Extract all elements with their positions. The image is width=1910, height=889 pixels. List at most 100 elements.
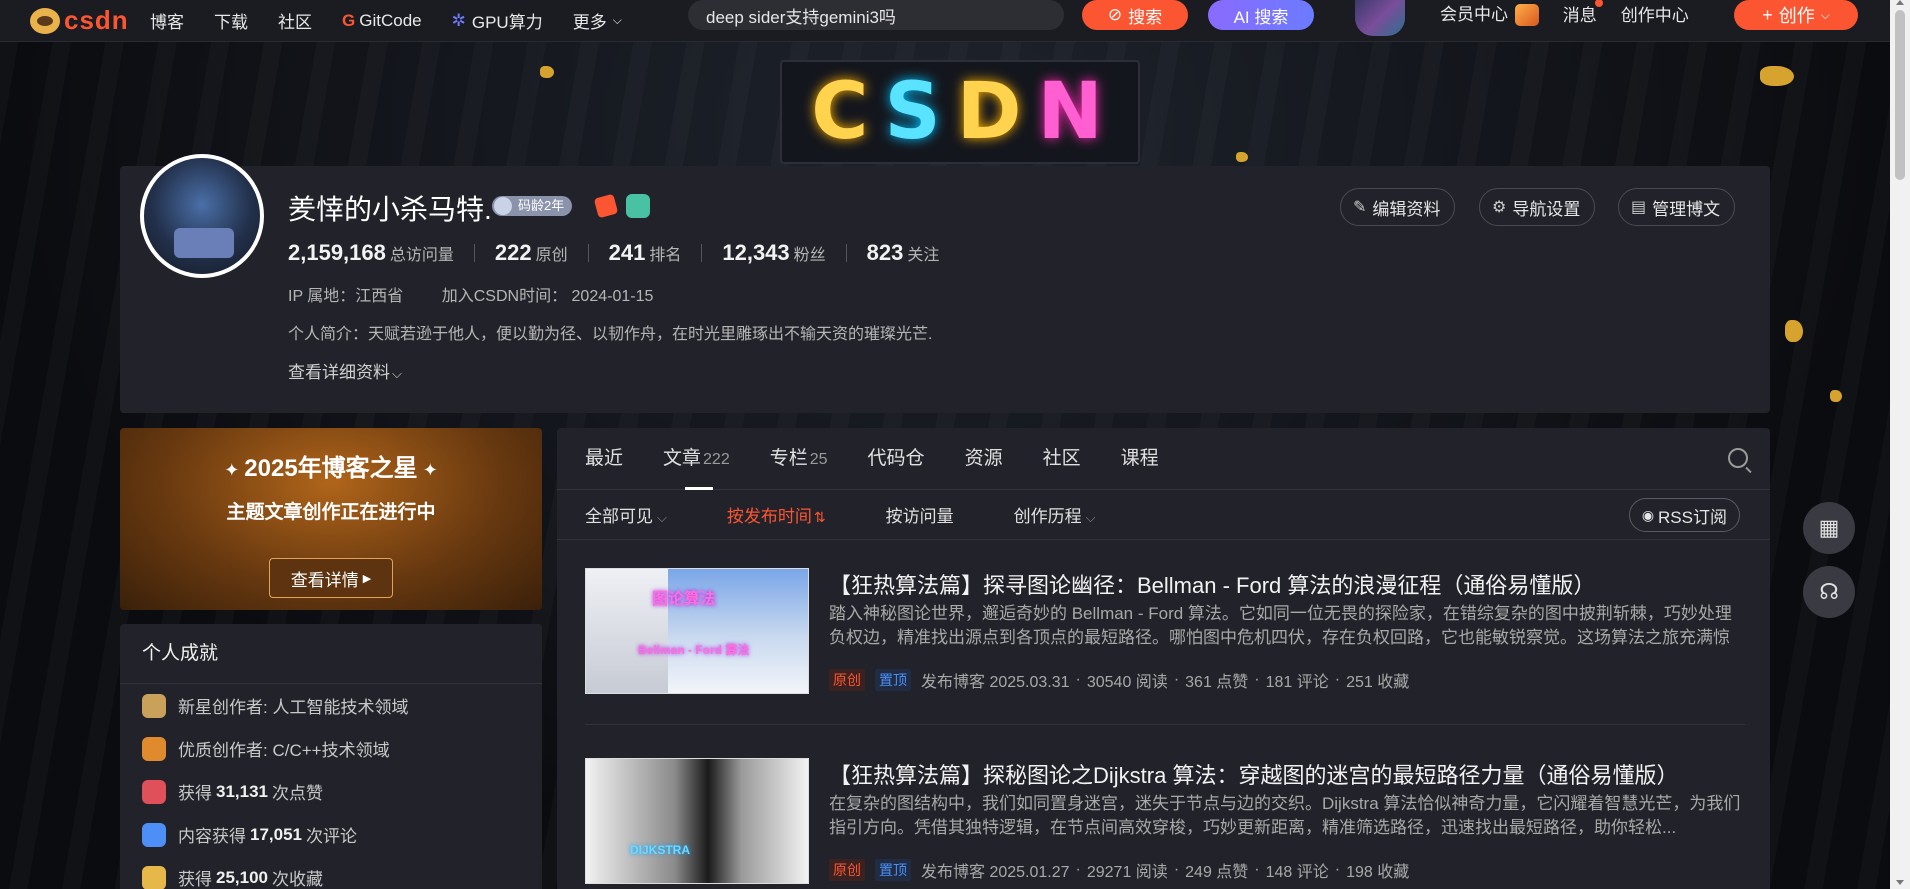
- join-date: 加入CSDN时间： 2024-01-15: [441, 288, 654, 305]
- tab-courses[interactable]: 课程: [1121, 428, 1159, 490]
- stat-following[interactable]: 823 关注: [867, 240, 940, 266]
- star-creator-icon: [142, 693, 166, 718]
- vip-center-link[interactable]: 会员中心: [1440, 0, 1539, 27]
- tab-articles[interactable]: 文章 222: [663, 428, 730, 490]
- ai-search-button[interactable]: AI 搜索: [1208, 0, 1314, 30]
- nav-gitcode[interactable]: G GitCode: [342, 11, 422, 31]
- gold-fleck: [1785, 320, 1803, 342]
- achievement-badge-icon[interactable]: [626, 194, 650, 218]
- nav-settings-button[interactable]: ⚙ 导航设置: [1479, 188, 1596, 226]
- customer-service-button[interactable]: ☊: [1803, 566, 1855, 618]
- achievement-text: 次点赞: [272, 784, 323, 803]
- monkey-logo-icon: [30, 7, 60, 34]
- nav-community[interactable]: 社区: [278, 8, 312, 33]
- search-icon: ⊘: [1107, 5, 1123, 24]
- rss-subscribe-button[interactable]: ◉ RSS订阅: [1628, 498, 1740, 532]
- profile-avatar[interactable]: [140, 154, 264, 278]
- thumbnail-text: 图论算法: [652, 591, 717, 608]
- creation-history[interactable]: 创作历程 ⌵: [1014, 502, 1096, 527]
- divider: [845, 244, 847, 262]
- profile-username: 羑悻的小杀马特.: [288, 194, 492, 225]
- manage-posts-button[interactable]: ▤ 管理博文: [1618, 188, 1736, 226]
- tab-label: 最近: [585, 447, 624, 469]
- achievement-count: 17,051: [250, 824, 302, 844]
- qrcode-button[interactable]: ▦: [1803, 502, 1855, 554]
- creator-badge-icon[interactable]: [593, 193, 619, 219]
- filter-label: 全部可见: [585, 507, 653, 526]
- creator-center-link[interactable]: 创作中心: [1621, 1, 1689, 26]
- edit-icon: ✎: [1353, 199, 1367, 216]
- stat-fans[interactable]: 12,343 粉丝: [722, 240, 825, 266]
- document-icon: ▤: [1631, 199, 1647, 216]
- scrollbar-thumb[interactable]: [1895, 10, 1905, 180]
- nav-gpu-label: GPU算力: [471, 13, 543, 32]
- chevron-down-icon: ⌵: [612, 13, 622, 27]
- create-button[interactable]: + 创作 ⌵: [1734, 0, 1858, 30]
- promo-title-text: 2025年博客之星: [244, 455, 418, 482]
- comment-count: 148 评论: [1265, 864, 1329, 881]
- gear-icon: ⚙: [1492, 199, 1507, 216]
- nav-download[interactable]: 下载: [214, 8, 248, 33]
- stat-value: 823: [866, 240, 904, 265]
- gpu-icon: ✲: [451, 10, 466, 30]
- neon-letter: N: [1037, 67, 1109, 157]
- search-input[interactable]: [688, 0, 1064, 30]
- csdn-logo[interactable]: csdn: [30, 5, 150, 36]
- stat-visits[interactable]: 2,159,168 总访问量: [288, 240, 454, 266]
- edit-profile-button[interactable]: ✎ 编辑资料: [1340, 188, 1456, 226]
- achievement-count: 25,100: [216, 867, 268, 887]
- neon-letter: S: [884, 67, 947, 157]
- filter-label: 创作历程: [1013, 507, 1082, 526]
- achievement-item[interactable]: 新星创作者: 人工智能技术领域: [120, 684, 542, 727]
- promo-details-button[interactable]: 查看详情 ▶: [269, 558, 393, 598]
- tab-repos[interactable]: 代码仓: [868, 428, 925, 490]
- tab-resources[interactable]: 资源: [965, 428, 1003, 490]
- article-title[interactable]: 【狂热算法篇】探寻图论幽径：Bellman - Ford 算法的浪漫征程（通俗易…: [829, 568, 1595, 600]
- sparkle-icon: ✦: [224, 460, 245, 480]
- article-list-panel: 最近 文章 222 专栏 25 代码仓 资源 社区 课程 全部可见 ⌵ 按发布时间 ⇅ …: [557, 428, 1770, 889]
- visibility-filter[interactable]: 全部可见 ⌵: [585, 502, 667, 527]
- thumbnail-text: Bellman - Ford 算法: [638, 643, 750, 657]
- gold-fleck: [1830, 390, 1842, 402]
- page-scrollbar[interactable]: [1890, 0, 1910, 889]
- stat-original[interactable]: 222 原创: [495, 240, 568, 266]
- stat-label: 原创: [535, 247, 568, 264]
- nav-more[interactable]: 更多 ⌵: [573, 8, 622, 33]
- article-thumbnail[interactable]: DIJKSTRA: [585, 758, 809, 884]
- tab-community[interactable]: 社区: [1043, 428, 1081, 490]
- tab-label: 资源: [964, 447, 1003, 469]
- divider: [585, 724, 1745, 725]
- nav-gpu[interactable]: ✲ GPU算力: [452, 8, 543, 33]
- sort-by-time[interactable]: 按发布时间 ⇅: [727, 502, 826, 527]
- search-button[interactable]: ⊘ 搜索: [1082, 0, 1188, 30]
- tab-label: 文章: [663, 447, 702, 469]
- separator: ·: [1334, 671, 1341, 688]
- achievement-text: 获得: [178, 784, 212, 803]
- scroll-up-icon[interactable]: [1896, 0, 1904, 5]
- stat-rank[interactable]: 241 排名: [609, 240, 682, 266]
- vip-badge-icon: [1514, 4, 1539, 27]
- separator: ·: [1075, 861, 1081, 878]
- scroll-down-icon[interactable]: [1896, 880, 1904, 885]
- achievement-text: 获得: [178, 870, 212, 889]
- achievement-item: 获得 31,131 次点赞: [120, 770, 542, 813]
- pinned-tag: 置顶: [875, 669, 911, 691]
- sort-by-visits[interactable]: 按访问量: [886, 502, 954, 527]
- sparkle-icon: ✦: [417, 460, 438, 480]
- tab-columns[interactable]: 专栏 25: [770, 428, 828, 490]
- nav-blog[interactable]: 博客: [150, 8, 184, 33]
- comment-count: 181 评论: [1265, 674, 1329, 691]
- search-icon[interactable]: [1728, 448, 1748, 468]
- achievement-item[interactable]: 优质创作者: C/C++技术领域: [120, 727, 542, 770]
- article-thumbnail[interactable]: 图论算法 Bellman - Ford 算法: [585, 568, 809, 694]
- user-avatar[interactable]: [1355, 0, 1405, 36]
- tab-label: 课程: [1120, 447, 1159, 469]
- view-details-link[interactable]: 查看详细资料 ⌵: [288, 358, 402, 383]
- divider: [473, 244, 475, 262]
- caret-right-icon: ▶: [362, 572, 372, 585]
- article-item[interactable]: DIJKSTRA 【狂热算法篇】探秘图论之Dijkstra 算法：穿越图的迷宫的…: [585, 758, 1745, 884]
- article-item[interactable]: 图论算法 Bellman - Ford 算法 【狂热算法篇】探寻图论幽径：Bel…: [585, 568, 1745, 694]
- tab-recent[interactable]: 最近: [585, 428, 623, 490]
- article-title[interactable]: 【狂热算法篇】探秘图论之Dijkstra 算法：穿越图的迷宫的最短路径力量（通俗…: [829, 758, 1678, 790]
- messages-link[interactable]: 消息: [1563, 0, 1603, 26]
